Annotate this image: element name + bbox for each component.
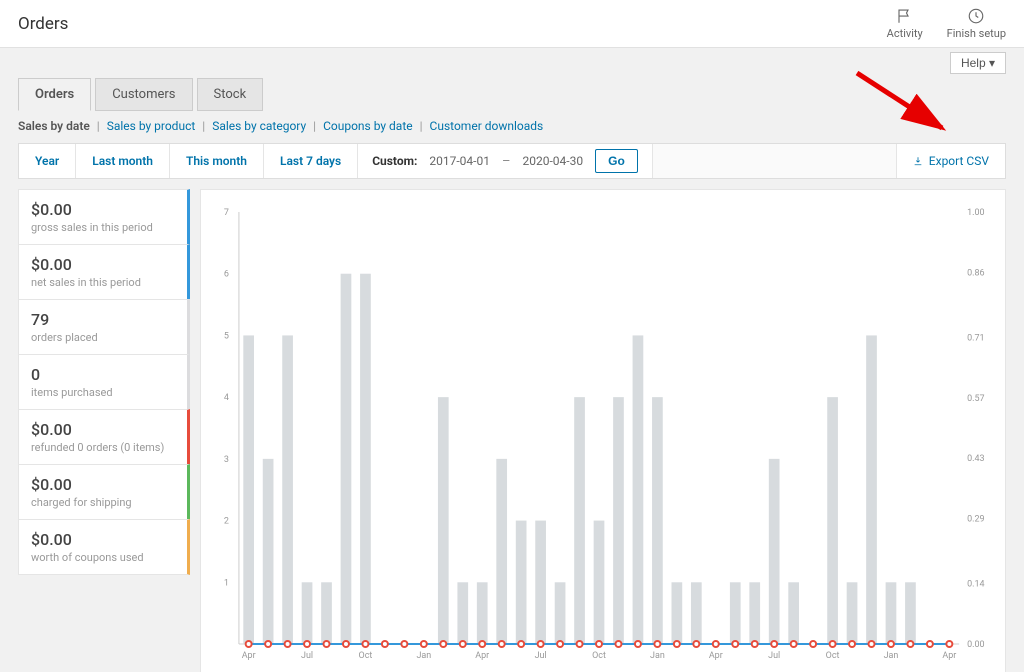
svg-text:0.14: 0.14 <box>967 580 984 590</box>
range-last-month[interactable]: Last month <box>76 144 170 178</box>
stat-box[interactable]: $0.00 charged for shipping <box>18 464 190 520</box>
svg-text:Oct: Oct <box>592 651 606 661</box>
svg-text:7: 7 <box>224 208 229 218</box>
finish-setup-label: Finish setup <box>947 27 1006 40</box>
svg-text:Jul: Jul <box>535 651 547 661</box>
svg-text:Oct: Oct <box>359 651 373 661</box>
svg-text:1: 1 <box>224 578 229 588</box>
svg-text:Apr: Apr <box>709 651 723 661</box>
date-range-bar: Year Last month This month Last 7 days C… <box>18 143 1006 179</box>
flag-icon <box>896 7 914 25</box>
subnav-sales-by-product[interactable]: Sales by product <box>107 119 196 133</box>
svg-text:Jan: Jan <box>884 651 899 661</box>
range-year[interactable]: Year <box>19 144 76 178</box>
svg-text:2: 2 <box>224 517 229 527</box>
stat-value: $0.00 <box>31 420 175 439</box>
stat-label: refunded 0 orders (0 items) <box>31 441 175 454</box>
activity-button[interactable]: Activity <box>887 7 923 40</box>
svg-text:Jan: Jan <box>650 651 665 661</box>
download-icon <box>913 156 923 166</box>
report-subnav: Sales by date | Sales by product | Sales… <box>18 119 1006 133</box>
stat-value: $0.00 <box>31 255 175 274</box>
subnav-sales-by-category[interactable]: Sales by category <box>212 119 306 133</box>
range-date-to[interactable]: 2020-04-30 <box>523 154 584 168</box>
stat-value: $0.00 <box>31 200 175 219</box>
stat-box[interactable]: $0.00 worth of coupons used <box>18 519 190 575</box>
clock-icon <box>967 7 985 25</box>
subnav-customer-downloads[interactable]: Customer downloads <box>430 119 544 133</box>
svg-text:Apr: Apr <box>942 651 956 661</box>
subnav-coupons-by-date[interactable]: Coupons by date <box>323 119 413 133</box>
tab-customers[interactable]: Customers <box>95 78 192 111</box>
svg-text:0.00: 0.00 <box>967 640 984 650</box>
svg-text:Oct: Oct <box>826 651 840 661</box>
stat-box[interactable]: 79 orders placed <box>18 299 190 355</box>
svg-text:0.43: 0.43 <box>967 454 984 464</box>
stat-value: 79 <box>31 310 175 329</box>
help-bar: Help ▾ <box>0 48 1024 78</box>
svg-text:0.57: 0.57 <box>967 394 984 404</box>
stat-box[interactable]: 0 items purchased <box>18 354 190 410</box>
finish-setup-button[interactable]: Finish setup <box>947 7 1006 40</box>
svg-text:Apr: Apr <box>475 651 489 661</box>
svg-text:0.71: 0.71 <box>967 333 984 343</box>
stat-label: items purchased <box>31 386 175 399</box>
go-button[interactable]: Go <box>595 149 638 173</box>
stat-value: 0 <box>31 365 175 384</box>
range-date-from[interactable]: 2017-04-01 <box>429 154 490 168</box>
range-this-month[interactable]: This month <box>170 144 264 178</box>
stat-label: charged for shipping <box>31 496 175 509</box>
svg-text:0.29: 0.29 <box>967 515 984 525</box>
export-csv-button[interactable]: Export CSV <box>896 144 1005 178</box>
svg-text:3: 3 <box>224 455 229 465</box>
stat-box[interactable]: $0.00 refunded 0 orders (0 items) <box>18 409 190 465</box>
range-last-7-days[interactable]: Last 7 days <box>264 144 358 178</box>
range-spacer <box>653 144 896 178</box>
svg-text:5: 5 <box>224 331 229 341</box>
svg-text:0.86: 0.86 <box>967 268 984 278</box>
svg-text:6: 6 <box>224 270 229 280</box>
stats-column: $0.00 gross sales in this period $0.00 net … <box>18 189 190 672</box>
stat-label: worth of coupons used <box>31 551 175 564</box>
page-title: Orders <box>18 14 68 34</box>
stat-value: $0.00 <box>31 530 175 549</box>
range-custom: Custom: 2017-04-01 – 2020-04-30 Go <box>358 144 653 178</box>
orders-chart: 7 6 5 4 3 2 1 1.00 0.86 0.71 0.57 0.43 0.29 0.14 0.00 A… <box>209 202 997 672</box>
svg-text:Jul: Jul <box>768 651 780 661</box>
stat-box[interactable]: $0.00 net sales in this period <box>18 244 190 300</box>
export-csv-label: Export CSV <box>929 154 989 168</box>
main-tabs: Orders Customers Stock <box>18 78 1006 111</box>
topbar: Orders Activity Finish setup <box>0 0 1024 48</box>
stat-label: gross sales in this period <box>31 221 175 234</box>
chart-container: 7 6 5 4 3 2 1 1.00 0.86 0.71 0.57 0.43 0.29 0.14 0.00 A… <box>200 189 1006 672</box>
svg-text:Jan: Jan <box>416 651 431 661</box>
tab-orders[interactable]: Orders <box>18 78 91 111</box>
svg-text:4: 4 <box>224 393 229 403</box>
stat-label: net sales in this period <box>31 276 175 289</box>
help-button[interactable]: Help ▾ <box>950 52 1006 74</box>
tab-stock[interactable]: Stock <box>197 78 264 111</box>
activity-label: Activity <box>887 27 923 40</box>
svg-text:Apr: Apr <box>242 651 256 661</box>
svg-text:Jul: Jul <box>301 651 313 661</box>
range-dash: – <box>502 154 511 169</box>
stat-box[interactable]: $0.00 gross sales in this period <box>18 189 190 245</box>
stat-label: orders placed <box>31 331 175 344</box>
stat-value: $0.00 <box>31 475 175 494</box>
svg-text:1.00: 1.00 <box>967 208 984 218</box>
range-custom-label: Custom: <box>372 154 417 168</box>
subnav-sales-by-date[interactable]: Sales by date <box>18 119 90 133</box>
